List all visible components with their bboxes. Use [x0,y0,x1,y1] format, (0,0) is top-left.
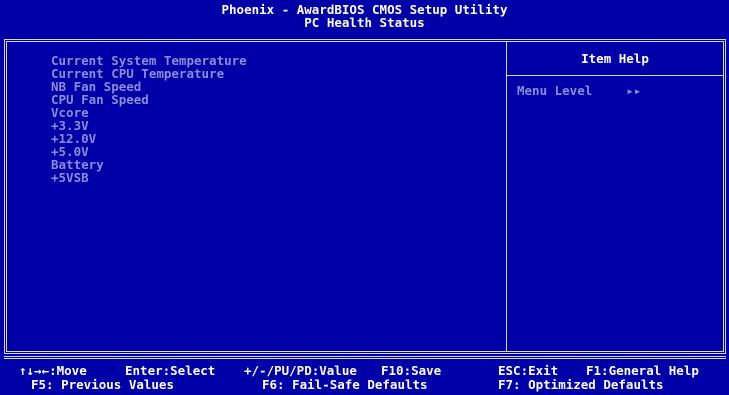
key-previous-values-hint: F5: Previous Values [31,377,174,392]
footer-row-1: ↑↓→←:Move Enter:Select +/-/PU/PD:Value F… [0,364,729,378]
item-5vsb[interactable]: +5VSB [51,171,247,184]
key-fail-safe-hint: F6: Fail-Safe Defaults [262,377,428,392]
item-help-heading: Item Help [581,51,649,66]
footer-divider [4,356,726,359]
key-move-hint: ↑↓→←:Move [19,363,87,378]
help-divider-horizontal [507,75,723,76]
key-save-hint: F10:Save [381,363,442,378]
key-exit-hint: ESC:Exit [498,363,559,378]
key-general-help-hint: F1:General Help [586,363,699,378]
help-divider-vertical [506,42,507,351]
key-value-hint: +/-/PU/PD:Value [244,363,357,378]
key-help-footer: ↑↓→←:Move Enter:Select +/-/PU/PD:Value F… [0,364,729,392]
main-panel: Current System Temperature Current CPU T… [4,39,726,354]
menu-level-indicator: Menu Level ▸▸ [517,84,641,97]
key-optimized-hint: F7: Optimized Defaults [498,377,664,392]
footer-row-2: F5: Previous Values F6: Fail-Safe Defaul… [0,378,729,392]
menu-level-label: Menu Level [517,83,593,98]
health-items-list: Current System Temperature Current CPU T… [51,54,247,184]
title-bar: Phoenix - AwardBIOS CMOS Setup Utility P… [0,3,729,29]
key-select-hint: Enter:Select [125,363,216,378]
page-title: PC Health Status [304,15,425,30]
menu-level-arrows-icon: ▸▸ [626,83,642,98]
